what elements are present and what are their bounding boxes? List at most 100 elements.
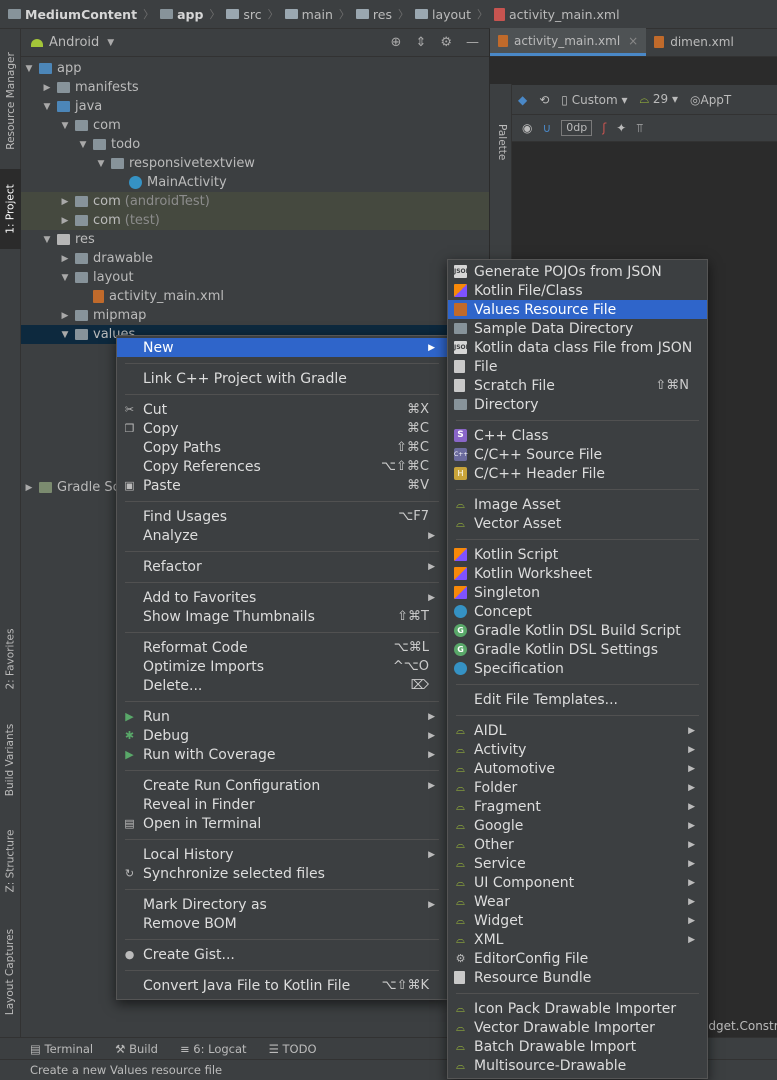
menu-item-new[interactable]: New ▶ <box>117 338 447 357</box>
infer-constraints-icon[interactable]: ✦ <box>616 121 626 135</box>
theme-selector[interactable]: ◎AppT <box>690 93 731 107</box>
tree-node[interactable]: ▼ app <box>21 59 489 78</box>
tree-node[interactable]: MainActivity <box>21 173 489 192</box>
menu-item-c-class[interactable]: S C++ Class <box>448 426 707 445</box>
default-margin-field[interactable]: 0dp <box>561 120 593 136</box>
chevron-right-icon[interactable]: ▶ <box>59 216 71 226</box>
menu-item-link-c-project-with-gradle[interactable]: Link C++ Project with Gradle <box>117 369 447 388</box>
menu-item-batch-drawable-import[interactable]: ⌓ Batch Drawable Import <box>448 1037 707 1056</box>
menu-item-remove-bom[interactable]: Remove BOM <box>117 914 447 933</box>
menu-item-reveal-in-finder[interactable]: Reveal in Finder <box>117 795 447 814</box>
terminal-tab[interactable]: ▤ Terminal <box>30 1042 93 1056</box>
menu-item-mark-directory-as[interactable]: Mark Directory as ▶ <box>117 895 447 914</box>
tree-node[interactable]: ▶ com (test) <box>21 211 489 230</box>
menu-item-kotlin-file-class[interactable]: Kotlin File/Class <box>448 281 707 300</box>
todo-tab[interactable]: ☰ TODO <box>269 1042 317 1056</box>
tree-node[interactable]: ▶ com (androidTest) <box>21 192 489 211</box>
menu-item-other[interactable]: ⌓ Other ▶ <box>448 835 707 854</box>
hide-icon[interactable]: — <box>466 35 479 50</box>
breadcrumb-item[interactable]: src <box>226 7 262 22</box>
guidelines-icon[interactable]: ⫪ <box>636 121 643 136</box>
close-icon[interactable]: × <box>628 34 638 48</box>
breadcrumb-item[interactable]: layout <box>414 7 471 22</box>
menu-item-gradle-kotlin-dsl-build-script[interactable]: G Gradle Kotlin DSL Build Script <box>448 621 707 640</box>
menu-item-open-in-terminal[interactable]: ▤ Open in Terminal <box>117 814 447 833</box>
menu-item-copy[interactable]: ❐ Copy ⌘C <box>117 419 447 438</box>
api-selector[interactable]: ⌓ 29 ▾ <box>640 92 678 107</box>
chevron-right-icon[interactable]: ▶ <box>59 311 71 321</box>
tree-node[interactable]: ▶ mipmap <box>21 306 489 325</box>
menu-item-synchronize-selected-files[interactable]: ↻ Synchronize selected files <box>117 864 447 883</box>
menu-item-multisource-drawable[interactable]: ⌓ Multisource-Drawable <box>448 1056 707 1075</box>
menu-item-analyze[interactable]: Analyze ▶ <box>117 526 447 545</box>
menu-item-paste[interactable]: ▣ Paste ⌘V <box>117 476 447 495</box>
chevron-down-icon[interactable]: ▼ <box>59 273 71 283</box>
tab-dimen[interactable]: dimen.xml <box>646 28 742 56</box>
menu-item-image-asset[interactable]: ⌓ Image Asset <box>448 495 707 514</box>
tree-node[interactable]: activity_main.xml <box>21 287 489 306</box>
structure-tab[interactable]: Z: Structure <box>0 821 21 901</box>
menu-item-show-image-thumbnails[interactable]: Show Image Thumbnails ⇧⌘T <box>117 607 447 626</box>
menu-item-vector-asset[interactable]: ⌓ Vector Asset <box>448 514 707 533</box>
menu-item-vector-drawable-importer[interactable]: ⌓ Vector Drawable Importer <box>448 1018 707 1037</box>
tree-node[interactable]: ▼ todo <box>21 135 489 154</box>
view-mode-selector[interactable]: Android <box>49 35 99 50</box>
breadcrumb-item[interactable]: app <box>160 7 203 22</box>
menu-item-xml[interactable]: ⌓ XML ▶ <box>448 930 707 949</box>
tree-node[interactable]: ▼ java <box>21 97 489 116</box>
layers-icon[interactable]: ◆ <box>518 93 527 107</box>
chevron-down-icon[interactable]: ▼ <box>41 235 53 245</box>
menu-item-wear[interactable]: ⌓ Wear ▶ <box>448 892 707 911</box>
menu-item-ui-component[interactable]: ⌓ UI Component ▶ <box>448 873 707 892</box>
device-selector[interactable]: ▯ Custom ▾ <box>561 93 627 107</box>
menu-item-values-resource-file[interactable]: Values Resource File <box>448 300 707 319</box>
menu-item-concept[interactable]: Concept <box>448 602 707 621</box>
breadcrumb-item[interactable]: res <box>355 7 392 22</box>
menu-item-refactor[interactable]: Refactor ▶ <box>117 557 447 576</box>
menu-item-create-run-configuration[interactable]: Create Run Configuration ▶ <box>117 776 447 795</box>
locate-icon[interactable]: ⊕ <box>391 35 402 50</box>
menu-item-activity[interactable]: ⌓ Activity ▶ <box>448 740 707 759</box>
clear-constraints-icon[interactable]: ʃ <box>602 121 606 135</box>
chevron-down-icon[interactable]: ▼ <box>107 38 114 48</box>
tree-node[interactable]: ▼ res <box>21 230 489 249</box>
menu-item-google[interactable]: ⌓ Google ▶ <box>448 816 707 835</box>
menu-item-editorconfig-file[interactable]: ⚙ EditorConfig File <box>448 949 707 968</box>
menu-item-sample-data-directory[interactable]: Sample Data Directory <box>448 319 707 338</box>
menu-item-create-gist[interactable]: ● Create Gist... <box>117 945 447 964</box>
menu-item-c-c-header-file[interactable]: H C/C++ Header File <box>448 464 707 483</box>
menu-item-copy-references[interactable]: Copy References ⌥⇧⌘C <box>117 457 447 476</box>
tree-node[interactable]: ▶ manifests <box>21 78 489 97</box>
menu-item-optimize-imports[interactable]: Optimize Imports ^⌥O <box>117 657 447 676</box>
chevron-right-icon[interactable]: ▶ <box>41 83 53 93</box>
menu-item-cut[interactable]: ✂ Cut ⌘X <box>117 400 447 419</box>
tree-node[interactable]: ▶ drawable <box>21 249 489 268</box>
chevron-right-icon[interactable]: ▶ <box>59 254 71 264</box>
menu-item-debug[interactable]: ✱ Debug ▶ <box>117 726 447 745</box>
menu-item-specification[interactable]: Specification <box>448 659 707 678</box>
menu-item-icon-pack-drawable-importer[interactable]: ⌓ Icon Pack Drawable Importer <box>448 999 707 1018</box>
menu-item-run-with-coverage[interactable]: ▶ Run with Coverage ▶ <box>117 745 447 764</box>
menu-item-edit-file-templates[interactable]: Edit File Templates... <box>448 690 707 709</box>
menu-item-kotlin-worksheet[interactable]: Kotlin Worksheet <box>448 564 707 583</box>
tree-node[interactable]: ▼ responsivetextview <box>21 154 489 173</box>
favorites-tab[interactable]: 2: Favorites <box>0 619 21 699</box>
breadcrumb-item[interactable]: MediumContent <box>8 7 137 22</box>
menu-item-c-c-source-file[interactable]: C++ C/C++ Source File <box>448 445 707 464</box>
menu-item-folder[interactable]: ⌓ Folder ▶ <box>448 778 707 797</box>
chevron-down-icon[interactable]: ▼ <box>77 140 89 150</box>
breadcrumb-item[interactable]: activity_main.xml <box>493 7 620 22</box>
eye-icon[interactable]: ◉ <box>522 121 532 135</box>
menu-item-reformat-code[interactable]: Reformat Code ⌥⌘L <box>117 638 447 657</box>
menu-item-singleton[interactable]: Singleton <box>448 583 707 602</box>
menu-item-kotlin-data-class-file-from-json[interactable]: JSON Kotlin data class File from JSON <box>448 338 707 357</box>
menu-item-copy-paths[interactable]: Copy Paths ⇧⌘C <box>117 438 447 457</box>
chevron-down-icon[interactable]: ▼ <box>59 121 71 131</box>
menu-item-convert-java-file-to-kotlin-file[interactable]: Convert Java File to Kotlin File ⌥⇧⌘K <box>117 976 447 995</box>
chevron-down-icon[interactable]: ▼ <box>41 102 53 112</box>
magnet-icon[interactable]: ∪ <box>542 121 551 135</box>
chevron-down-icon[interactable]: ▼ <box>59 330 71 340</box>
menu-item-run[interactable]: ▶ Run ▶ <box>117 707 447 726</box>
menu-item-generate-pojos-from-json[interactable]: JSON Generate POJOs from JSON <box>448 262 707 281</box>
chevron-right-icon[interactable]: ▶ <box>59 197 71 207</box>
